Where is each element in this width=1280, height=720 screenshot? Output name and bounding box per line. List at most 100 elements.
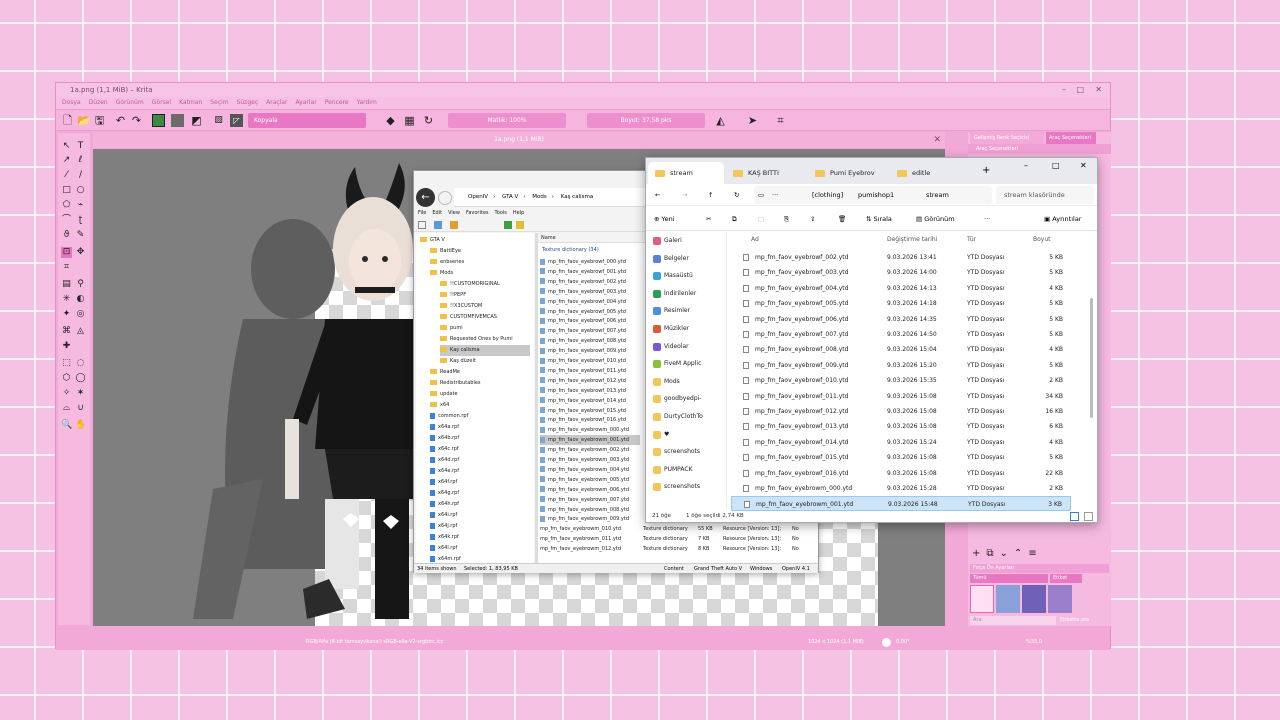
- file-row[interactable]: mp_fm_faov_eyebrowf_002.ytd 9.03.2026 13:…: [731, 250, 1071, 265]
- pattern-icon[interactable]: [171, 114, 184, 127]
- file-row[interactable]: mp_fm_faov_eyebrowf_012.ytd: [540, 376, 626, 386]
- forward-icon[interactable]: [438, 191, 452, 205]
- new-icon[interactable]: 🗋: [61, 114, 74, 127]
- back-icon[interactable]: ←: [416, 188, 435, 207]
- crop-tool-icon[interactable]: ⌗: [61, 262, 72, 273]
- presets-search-input[interactable]: Ara: [970, 616, 1056, 625]
- tab-editle[interactable]: editle: [890, 162, 970, 184]
- details-view-icon[interactable]: [1070, 512, 1079, 521]
- measure-tool-icon[interactable]: ◬: [75, 326, 86, 337]
- tree-item[interactable]: Kaş düzelt: [440, 356, 476, 367]
- file-row[interactable]: mp_fm_faov_eyebrowm_007.ytd: [540, 495, 629, 505]
- sort-button[interactable]: ⇅ Sırala: [866, 207, 892, 231]
- tree-item[interactable]: Kaş calisma: [440, 345, 530, 356]
- size-slider[interactable]: Boyut: 37,58 pks: [587, 113, 705, 128]
- eraser-icon[interactable]: ◆: [384, 114, 397, 127]
- cut-icon[interactable]: ✂: [706, 207, 711, 231]
- sidebar-item[interactable]: Mods: [651, 375, 721, 389]
- file-row[interactable]: mp_fm_faov_eyebrowf_014.ytd 9.03.2026 15:…: [731, 435, 1071, 450]
- fill-tool-icon[interactable]: ◐: [75, 294, 86, 305]
- file-row[interactable]: mp_fm_faov_eyebrowf_010.ytd: [540, 356, 626, 366]
- menu-help[interactable]: Yardım: [357, 97, 377, 109]
- menu-window[interactable]: Pencere: [325, 97, 349, 109]
- tree-item[interactable]: ReadMe: [430, 367, 460, 378]
- tree-item[interactable]: common.rpf: [430, 411, 468, 422]
- rotation-icon[interactable]: [882, 638, 891, 647]
- preset-thumb-3[interactable]: [1022, 585, 1046, 613]
- add-layer-icon[interactable]: +: [972, 547, 980, 561]
- tree-item[interactable]: x64c.rpf: [430, 444, 459, 455]
- minimize-button[interactable]: –: [1062, 83, 1066, 97]
- tree-item[interactable]: x64k.rpf: [430, 532, 459, 543]
- zoom-tool-icon[interactable]: 🔍: [61, 420, 72, 431]
- move-tool-icon[interactable]: ✥: [75, 247, 86, 258]
- menu-select[interactable]: Seçim: [210, 97, 228, 109]
- tree-item[interactable]: x64l.rpf: [430, 543, 457, 554]
- new-tab-icon[interactable]: +: [982, 165, 990, 176]
- sidebar-item[interactable]: screenshots: [651, 480, 721, 494]
- multibrush-icon[interactable]: ✎: [75, 230, 86, 241]
- file-row[interactable]: mp_fm_faov_eyebrowf_009.ytd: [540, 346, 626, 356]
- file-row[interactable]: mp_fm_faov_eyebrowm_012.ytd Texture dicti…: [540, 544, 816, 554]
- ellipse-tool-icon[interactable]: ○: [75, 185, 86, 196]
- refresh-icon[interactable]: ↻: [734, 184, 739, 206]
- ellipse-select-icon[interactable]: ◌: [75, 358, 86, 369]
- mirror-icon[interactable]: ◭: [714, 114, 727, 127]
- breadcrumb-item[interactable]: pumishop1: [858, 186, 894, 204]
- select-shapes-icon[interactable]: ↖: [61, 141, 72, 152]
- tree-item[interactable]: x64e.rpf: [430, 466, 459, 477]
- tab-kas-bitti[interactable]: KAŞ BITTI: [726, 162, 806, 184]
- colorize-mask-icon[interactable]: ✦: [61, 309, 72, 320]
- file-row[interactable]: mp_fm_faov_eyebrowf_001.ytd: [540, 267, 626, 277]
- menu-favorites[interactable]: Favorites: [466, 208, 489, 218]
- copy-icon[interactable]: ⧉: [732, 207, 737, 231]
- properties-icon[interactable]: ≡: [1028, 547, 1036, 561]
- file-row[interactable]: mp_fm_faov_eyebrowf_008.ytd 9.03.2026 15:…: [731, 342, 1071, 357]
- menu-tools[interactable]: Araçlar: [266, 97, 287, 109]
- file-row[interactable]: mp_fm_faov_eyebrowm_005.ytd: [540, 475, 629, 485]
- presets-tag-select[interactable]: Etiket: [1050, 574, 1082, 583]
- tree-item[interactable]: x64a.rpf: [430, 422, 459, 433]
- tree-item[interactable]: x64m.rpf: [430, 554, 461, 563]
- address-bar[interactable]: ▭ ··· [clothing] pumishop1 stream: [754, 186, 992, 204]
- opacity-slider[interactable]: Matlık: 100%: [448, 113, 566, 128]
- tree-item[interactable]: x64j.rpf: [430, 521, 457, 532]
- column-size[interactable]: Boyut: [1033, 232, 1051, 247]
- file-row[interactable]: mp_fm_faov_eyebrowm_000.ytd 9.03.2026 15:…: [731, 481, 1071, 496]
- tree-item[interactable]: Requested Ones by Pumi: [440, 334, 513, 345]
- file-row[interactable]: mp_fm_faov_eyebrowf_013.ytd 9.03.2026 15:…: [731, 419, 1071, 434]
- tab-tool-options[interactable]: Araç Seçenekleri: [1046, 132, 1096, 144]
- sidebar-item[interactable]: screenshots: [651, 445, 721, 459]
- tree-item[interactable]: !!CUSTOMORIGINAL: [440, 279, 500, 290]
- file-row[interactable]: mp_fm_faov_eyebrowm_001.ytd: [540, 435, 640, 446]
- column-type[interactable]: Tür: [967, 232, 976, 247]
- similar-select-icon[interactable]: ✶: [75, 388, 86, 399]
- file-row[interactable]: mp_fm_faov_eyebrowf_003.ytd: [540, 287, 626, 297]
- brush-tool-icon[interactable]: ⁄: [61, 170, 72, 181]
- document-tab[interactable]: 1a.png (1,1 MiB) ✕: [93, 132, 945, 148]
- sidebar-item[interactable]: FiveM Applic: [651, 357, 721, 371]
- sidebar-item[interactable]: goodbyedpi-: [651, 392, 721, 406]
- tree-item[interactable]: x64b.rpf: [430, 433, 459, 444]
- menu-settings[interactable]: Ayarlar: [295, 97, 316, 109]
- sidebar-item[interactable]: İndirilenler: [651, 287, 721, 301]
- file-row[interactable]: mp_fm_faov_eyebrowf_003.ytd 9.03.2026 14:…: [731, 265, 1071, 280]
- file-row[interactable]: mp_fm_faov_eyebrowm_003.ytd: [540, 455, 629, 465]
- tree-item[interactable]: update: [430, 389, 458, 400]
- sidebar-item[interactable]: Galeri: [651, 234, 721, 248]
- dynamic-brush-icon[interactable]: ϑ: [61, 230, 72, 241]
- search-input[interactable]: stream klasöründe: [996, 186, 1094, 204]
- blend-mode-select[interactable]: Kopyala: [248, 113, 366, 128]
- save-icon[interactable]: [434, 221, 442, 229]
- file-row[interactable]: mp_fm_faov_eyebrowm_010.ytd Texture dicti…: [540, 524, 816, 534]
- paste-icon[interactable]: ▢: [758, 207, 764, 231]
- forward-icon[interactable]: →: [682, 184, 687, 206]
- column-date[interactable]: Değiştirme tarihi: [887, 232, 937, 247]
- tree-item[interactable]: BattlEye: [430, 246, 461, 257]
- share-icon[interactable]: ⇪: [810, 207, 815, 231]
- file-row[interactable]: mp_fm_faov_eyebrowm_000.ytd: [540, 425, 629, 435]
- file-row[interactable]: mp_fm_faov_eyebrowf_016.ytd: [540, 415, 626, 425]
- menu-help[interactable]: Help: [513, 208, 524, 218]
- file-row[interactable]: mp_fm_faov_eyebrowm_006.ytd: [540, 485, 629, 495]
- file-row[interactable]: mp_fm_faov_eyebrowf_016.ytd 9.03.2026 15:…: [731, 466, 1071, 481]
